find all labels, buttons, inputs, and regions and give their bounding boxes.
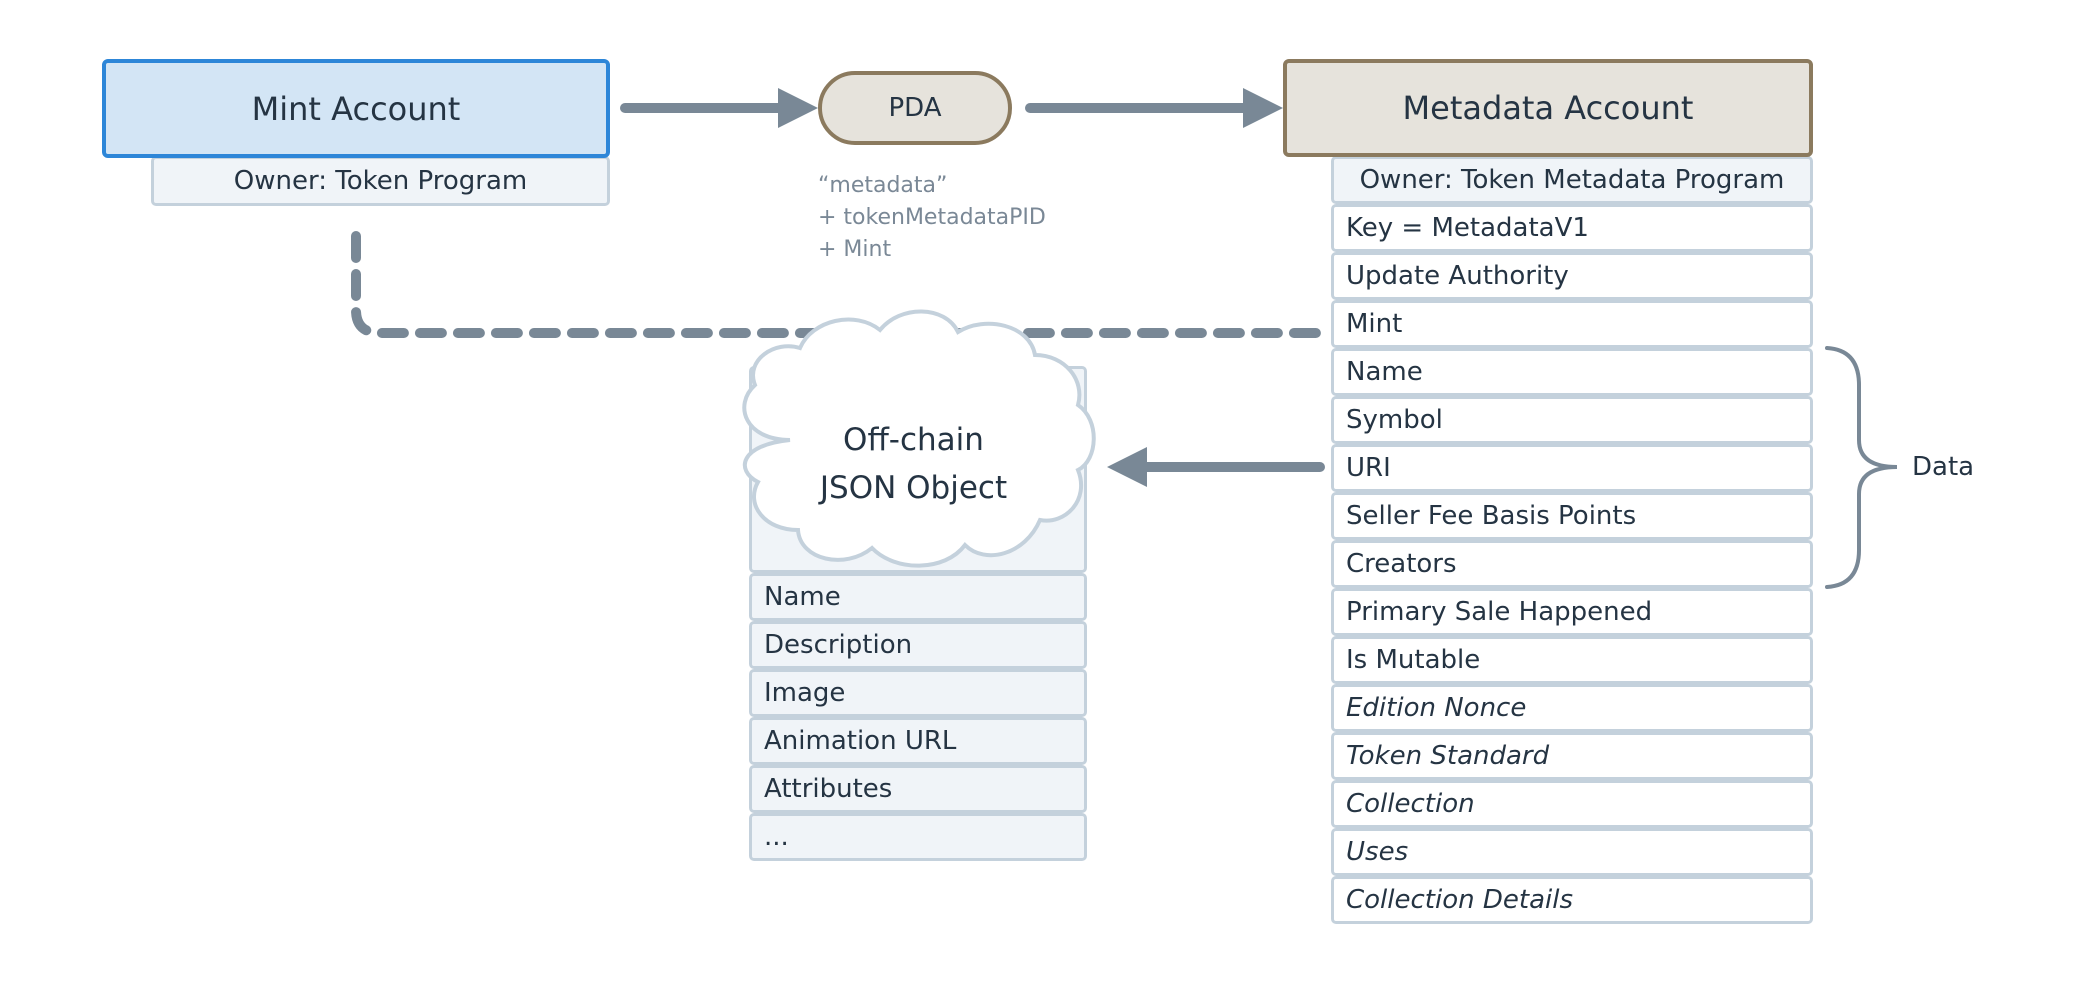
- offchain-json-title-line2: JSON Object: [819, 470, 1008, 506]
- json-field-attributes[interactable]: Attributes: [749, 765, 1087, 813]
- field-label: Attributes: [764, 774, 893, 804]
- json-field-name[interactable]: Name: [749, 573, 1087, 621]
- offchain-json-fields-list: Name Description Image Animation URL Att…: [749, 573, 1087, 861]
- json-field-animation-url[interactable]: Animation URL: [749, 717, 1087, 765]
- json-field-more[interactable]: ...: [749, 813, 1087, 861]
- offchain-json-title-line1: Off-chain: [843, 422, 984, 458]
- field-label: Description: [764, 630, 913, 660]
- field-label: Name: [764, 582, 841, 612]
- field-label: Image: [764, 678, 846, 708]
- offchain-json-title[interactable]: Off-chain JSON Object: [733, 416, 1094, 512]
- json-field-image[interactable]: Image: [749, 669, 1087, 717]
- json-field-description[interactable]: Description: [749, 621, 1087, 669]
- field-label: Animation URL: [764, 726, 957, 756]
- field-label: ...: [764, 822, 789, 852]
